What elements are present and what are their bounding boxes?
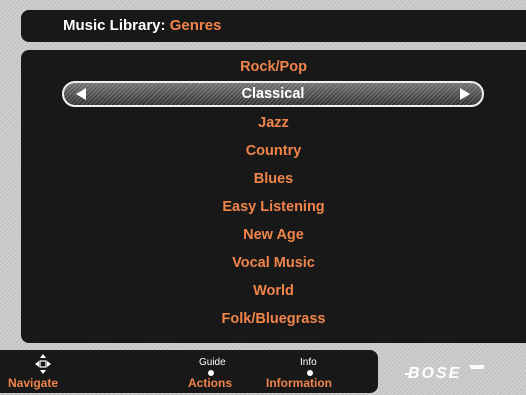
genre-item-blues[interactable]: Blues [21, 166, 526, 192]
genre-item-folk-bluegrass[interactable]: Folk/Bluegrass [21, 306, 526, 332]
genre-item-country[interactable]: Country [21, 138, 526, 164]
info-hint: Info [300, 357, 317, 368]
genre-item-jazz[interactable]: Jazz [21, 110, 526, 136]
page-title-prefix: Music Library: [63, 17, 166, 34]
directional-pad-icon [35, 354, 51, 374]
selected-genre-label: Classical [241, 86, 305, 102]
genre-item-rock-pop[interactable]: Rock/Pop [21, 54, 526, 80]
actions-label[interactable]: Actions [188, 376, 232, 390]
genre-list-panel: Rock/Pop Classical Jazz Country Blues Ea… [21, 50, 526, 343]
svg-text:BOSE: BOSE [408, 365, 461, 382]
navigate-label: Navigate [8, 376, 59, 390]
genre-item-new-age[interactable]: New Age [21, 222, 526, 248]
guide-hint: Guide [199, 357, 226, 368]
header-bar: Music Library: Genres [21, 10, 526, 42]
information-label[interactable]: Information [266, 376, 332, 390]
bose-logo: BOSE [405, 365, 485, 382]
genre-item-easy-listening[interactable]: Easy Listening [21, 194, 526, 220]
right-triangle-icon[interactable] [460, 88, 470, 100]
genre-item-vocal-music[interactable]: Vocal Music [21, 250, 526, 276]
footer-bar: Navigate Guide Actions Info Information [0, 350, 378, 393]
page-title-value: Genres [169, 17, 222, 34]
page-title: Music Library: Genres [63, 10, 221, 42]
genre-item-world[interactable]: World [21, 278, 526, 304]
genre-item-classical-selected[interactable]: Classical [62, 81, 484, 107]
